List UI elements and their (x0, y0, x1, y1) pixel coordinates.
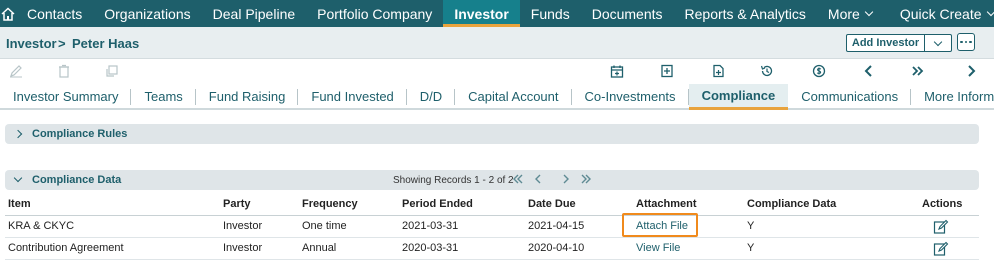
edit-icon[interactable] (8, 63, 24, 79)
tab-fund-raising[interactable]: Fund Raising (196, 84, 299, 108)
nav-portfolio-company[interactable]: Portfolio Company (306, 0, 443, 27)
chevron-down-icon (13, 173, 23, 183)
column-header[interactable]: Frequency (302, 198, 358, 210)
column-header[interactable]: Attachment (636, 198, 697, 210)
chevron-right-icon (13, 129, 23, 139)
column-header[interactable]: Period Ended (402, 198, 473, 210)
compliance-data-cell: Y (747, 242, 755, 254)
last-page-icon[interactable] (580, 173, 592, 188)
calendar-icon[interactable] (609, 63, 625, 79)
party-cell: Investor (223, 220, 263, 232)
home-icon[interactable] (0, 0, 16, 27)
edit-icon[interactable] (933, 241, 949, 257)
nav-documents[interactable]: Documents (581, 0, 674, 27)
breadcrumb-record: Peter Haas (72, 36, 140, 51)
top-navigation: Contacts Organizations Deal Pipeline Por… (0, 0, 994, 27)
previous-record-icon[interactable] (861, 63, 877, 79)
item-cell: Contribution Agreement (8, 242, 124, 254)
nav-investor[interactable]: Investor (443, 0, 520, 27)
history-icon[interactable] (759, 63, 775, 79)
nav-funds[interactable]: Funds (520, 0, 581, 27)
column-header[interactable]: Party (223, 198, 251, 210)
add-investor-dropdown[interactable] (925, 35, 951, 51)
more-options-button[interactable] (957, 33, 975, 51)
add-investor-label[interactable]: Add Investor (847, 35, 925, 51)
table-row: Contribution Agreement Investor Annual 2… (5, 238, 979, 260)
last-record-icon[interactable] (910, 63, 926, 79)
compliance-data-title: Compliance Data (32, 174, 122, 186)
date-due-cell: 2020-04-10 (528, 242, 585, 254)
tab-more-information[interactable]: More Information (911, 84, 994, 108)
compliance-rules-section[interactable]: Compliance Rules (5, 124, 979, 144)
add-note-icon[interactable] (659, 63, 675, 79)
first-page-icon[interactable] (512, 173, 524, 188)
period-ended-cell: 2021-03-31 (402, 220, 459, 232)
nav-quick-create[interactable]: Quick Create (889, 0, 994, 27)
breadcrumb-separator: > (58, 36, 66, 51)
tab-fund-invested[interactable]: Fund Invested (298, 84, 408, 108)
chevron-down-icon (864, 7, 874, 16)
column-header[interactable]: Compliance Data (747, 198, 836, 210)
tab-teams[interactable]: Teams (131, 84, 197, 108)
add-investor-button[interactable]: Add Investor (846, 34, 952, 52)
frequency-cell: One time (302, 220, 347, 232)
tab-investor-summary[interactable]: Investor Summary (0, 84, 132, 108)
tab-dd[interactable]: D/D (407, 84, 456, 108)
record-tabs: Investor Summary Teams Fund Raising Fund… (0, 84, 994, 110)
nav-reports-analytics[interactable]: Reports & Analytics (674, 0, 817, 27)
copy-icon[interactable] (104, 63, 120, 79)
item-cell: KRA & CKYC (8, 220, 75, 232)
table-header: Item Party Frequency Period Ended Date D… (5, 194, 979, 216)
party-cell: Investor (223, 242, 263, 254)
add-document-icon[interactable] (710, 63, 726, 79)
nav-organizations[interactable]: Organizations (93, 0, 201, 27)
compliance-data-section[interactable]: Compliance Data Showing Records 1 - 2 of… (5, 170, 979, 190)
edit-icon[interactable] (933, 219, 949, 235)
attach-file-highlight (622, 213, 698, 237)
nav-quick-create-label: Quick Create (899, 5, 982, 22)
chevron-down-icon (986, 7, 994, 16)
compliance-data-cell: Y (747, 220, 755, 232)
tab-communications[interactable]: Communications (788, 84, 911, 108)
records-count: Showing Records 1 - 2 of 2 (393, 175, 514, 186)
column-header: Actions (922, 198, 963, 210)
period-ended-cell: 2020-03-31 (402, 242, 459, 254)
column-header[interactable]: Date Due (528, 198, 576, 210)
record-toolbar (0, 60, 994, 82)
compliance-rules-title: Compliance Rules (32, 128, 128, 140)
nav-more-label: More (827, 5, 860, 22)
next-record-icon[interactable] (963, 63, 979, 79)
tab-capital-account[interactable]: Capital Account (455, 84, 572, 108)
breadcrumb: Investor > Peter Haas Add Investor (0, 27, 994, 59)
nav-contacts[interactable]: Contacts (16, 0, 93, 27)
previous-page-icon[interactable] (533, 173, 543, 188)
nav-more[interactable]: More (817, 0, 883, 27)
table-row: KRA & CKYC Investor One time 2021-03-31 … (5, 216, 979, 238)
nav-deal-pipeline[interactable]: Deal Pipeline (202, 0, 307, 27)
frequency-cell: Annual (302, 242, 337, 254)
chevron-down-icon (933, 37, 943, 46)
tab-compliance[interactable]: Compliance (688, 84, 789, 110)
date-due-cell: 2021-04-15 (528, 220, 585, 232)
delete-icon[interactable] (56, 63, 72, 79)
currency-icon[interactable] (811, 63, 827, 79)
view-file-link[interactable]: View File (636, 242, 680, 254)
column-header[interactable]: Item (8, 198, 31, 210)
tab-co-investments[interactable]: Co-Investments (572, 84, 689, 108)
next-page-icon[interactable] (561, 173, 571, 188)
breadcrumb-module[interactable]: Investor (6, 36, 57, 51)
